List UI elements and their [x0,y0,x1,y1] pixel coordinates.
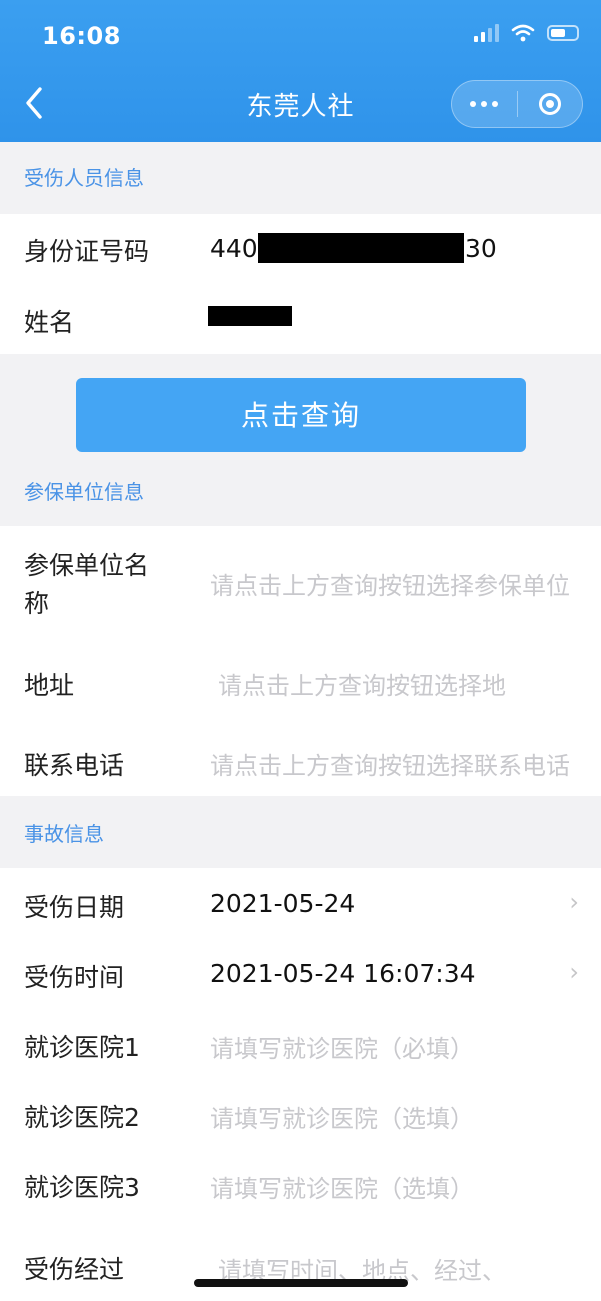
chevron-right-icon: › [569,888,579,916]
id-number-row[interactable]: 身份证号码 440 30 [0,214,601,284]
injury-process-label: 受伤经过 [24,1255,125,1284]
employer-name-label-line1: 参保单位名 [24,551,150,580]
hospital2-label: 就诊医院2 [24,1103,140,1132]
query-button[interactable]: 点击查询 [76,378,526,452]
employer-panel: 参保单位名 称 请点击上方查询按钮选择参保单位 地址 请点击上方查询按钮选择地 … [0,526,601,796]
injury-time-value: 2021-05-24 16:07:34 [210,959,476,988]
id-number-suffix: 30 [465,234,497,263]
phone-row[interactable]: 联系电话 请点击上方查询按钮选择联系电话 [0,726,601,796]
hospital2-placeholder[interactable]: 请填写就诊医院（选填） [210,1099,474,1134]
status-icons [474,24,579,42]
injury-date-row[interactable]: 受伤日期 2021-05-24 › [0,868,601,938]
injured-panel: 身份证号码 440 30 姓名 [0,214,601,354]
injury-date-label: 受伤日期 [24,893,125,922]
address-placeholder[interactable]: 请点击上方查询按钮选择地 [218,666,578,701]
hospital3-placeholder[interactable]: 请填写就诊医院（选填） [210,1169,474,1204]
phone-label: 联系电话 [24,751,125,780]
section-accident-title: 事故信息 [0,798,601,870]
employer-name-row[interactable]: 参保单位名 称 请点击上方查询按钮选择参保单位 [0,526,601,636]
accident-panel: 受伤日期 2021-05-24 › 受伤时间 2021-05-24 16:07:… [0,868,601,1301]
address-label: 地址 [24,671,75,700]
section-injured-title: 受伤人员信息 [0,142,601,214]
chevron-right-icon: › [569,958,579,986]
hospital1-label: 就诊医院1 [24,1033,140,1062]
address-row[interactable]: 地址 请点击上方查询按钮选择地 [0,646,601,716]
injury-time-label: 受伤时间 [24,963,125,992]
section-employer-title: 参保单位信息 [0,456,601,528]
battery-icon [547,25,579,41]
phone-placeholder[interactable]: 请点击上方查询按钮选择联系电话 [210,746,578,781]
id-number-prefix: 440 [210,234,258,263]
hospital3-label: 就诊医院3 [24,1173,140,1202]
hospital1-placeholder[interactable]: 请填写就诊医院（必填） [210,1029,474,1064]
employer-name-placeholder[interactable]: 请点击上方查询按钮选择参保单位 [210,566,578,601]
mini-program-capsule [451,80,583,128]
redaction-bar [258,233,464,263]
name-row[interactable]: 姓名 [0,284,601,354]
id-number-label: 身份证号码 [24,237,150,266]
hospital1-row[interactable]: 就诊医院1 请填写就诊医院（必填） [0,1008,601,1078]
top-bar: 16:08 东莞人社 [0,0,601,142]
home-indicator[interactable] [194,1279,408,1287]
wifi-icon [511,24,535,42]
injury-date-value: 2021-05-24 [210,889,356,918]
signal-icon [474,24,499,42]
injury-process-row[interactable]: 受伤经过 请填写时间、地点、经过、 [0,1228,601,1301]
status-time: 16:08 [42,22,121,50]
name-label: 姓名 [24,308,75,337]
hospital2-row[interactable]: 就诊医院2 请填写就诊医院（选填） [0,1078,601,1148]
employer-name-label-line2: 称 [24,589,50,618]
more-dots-icon[interactable] [452,101,517,107]
injury-time-row[interactable]: 受伤时间 2021-05-24 16:07:34 › [0,938,601,1008]
hospital3-row[interactable]: 就诊医院3 请填写就诊医院（选填） [0,1148,601,1218]
name-redaction-bar [208,306,292,326]
close-target-icon[interactable] [518,93,583,115]
